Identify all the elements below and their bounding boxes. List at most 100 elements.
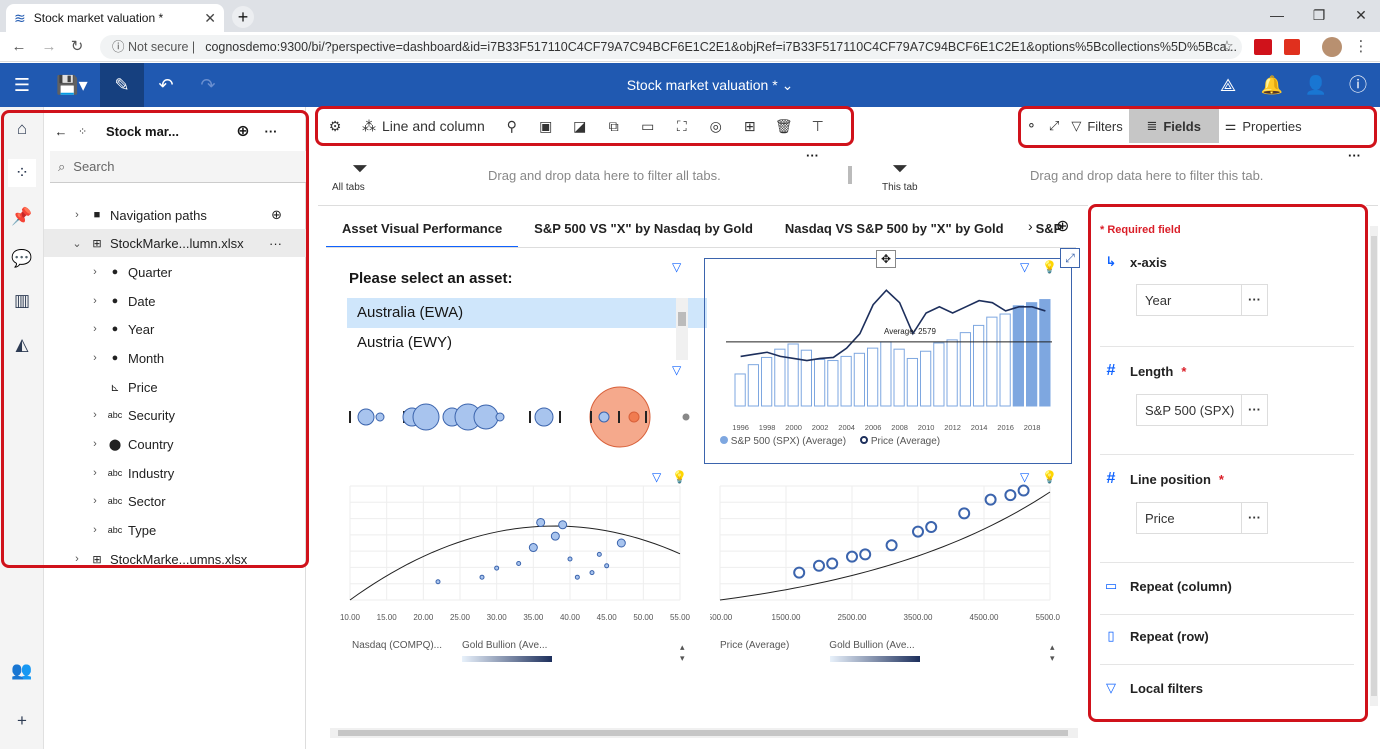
add-path-icon[interactable]: ⊕	[271, 207, 282, 223]
tree-item[interactable]: › abc Industry	[44, 459, 306, 487]
expand-icon[interactable]: ⤢	[1043, 109, 1065, 143]
table-view-icon[interactable]: ⊞	[733, 108, 767, 144]
chevron-right-icon[interactable]: ›	[70, 209, 84, 221]
browser-menu-icon[interactable]: ⋮	[1350, 36, 1372, 58]
tree-item[interactable]: › abc Security	[44, 401, 306, 429]
help-icon[interactable]: ⓘ	[1336, 63, 1380, 107]
more-options-icon[interactable]: ···	[1241, 395, 1267, 425]
minimize-icon[interactable]: —	[1262, 4, 1292, 26]
chevron-right-icon[interactable]: ›	[88, 323, 102, 335]
notification-bell-icon[interactable]: 🔔	[1250, 63, 1294, 107]
chevron-right-icon[interactable]: ›	[88, 438, 102, 450]
url-field[interactable]: ⓘ Not secure | cognosdemo:9300/bi/?perspe…	[100, 35, 1242, 59]
delete-icon[interactable]: 🗑	[767, 108, 801, 144]
tree-item[interactable]: › ● Month	[44, 344, 306, 372]
reload-icon[interactable]: ↻	[66, 36, 88, 58]
fields-button[interactable]: ≣ Fields	[1128, 109, 1219, 143]
new-tab-icon[interactable]: +	[232, 6, 254, 28]
collaboration-icon[interactable]: 👥	[8, 657, 36, 685]
tree-item[interactable]: › ⊞ StockMarke...umns.xlsx	[44, 545, 306, 573]
widgets-icon[interactable]: ◭	[8, 331, 36, 359]
more-options-icon[interactable]: ···	[806, 148, 819, 163]
forward-icon[interactable]: →	[38, 36, 60, 58]
close-tab-icon[interactable]: ✕	[204, 10, 216, 27]
relationship-icon[interactable]: ⚬	[1020, 109, 1043, 143]
profile-avatar[interactable]	[1322, 37, 1342, 57]
save-icon[interactable]: 💾▾	[46, 63, 98, 107]
chevron-right-icon[interactable]: ›	[88, 295, 102, 307]
visualizations-icon[interactable]: ▥	[8, 287, 36, 315]
more-options-icon[interactable]: ···	[269, 236, 282, 251]
extension-icon-2[interactable]	[1284, 39, 1300, 55]
scrollbar-thumb[interactable]	[338, 730, 1068, 736]
scroll-arrows-icon[interactable]: ▴ ▾	[680, 642, 685, 664]
length-field[interactable]: S&P 500 (SPX) ···	[1136, 394, 1268, 426]
filters-button[interactable]: ▽ Filters	[1065, 109, 1128, 143]
splitter-handle[interactable]	[848, 166, 852, 184]
settings-icon[interactable]: ⚙	[318, 108, 352, 144]
close-window-icon[interactable]: ✕	[1346, 4, 1376, 26]
canvas-scrollbar[interactable]	[330, 728, 1078, 738]
add-source-icon[interactable]: ⊕	[232, 121, 254, 141]
send-backward-icon[interactable]: ◪	[563, 108, 597, 144]
chevron-down-icon[interactable]: ⌄	[782, 77, 794, 93]
maximize-icon[interactable]: ❐	[1304, 4, 1334, 26]
expand-widget-icon[interactable]: ⤢	[1060, 248, 1080, 268]
dashboard-title[interactable]: Stock market valuation * ⌄	[600, 63, 820, 107]
scrollbar-thumb[interactable]	[1371, 236, 1377, 696]
tree-item[interactable]: ⌄ ⊞ StockMarke...lumn.xlsx ···	[44, 229, 306, 257]
local-filters-slot[interactable]: ▽ Local filters	[1100, 680, 1360, 696]
browser-tab[interactable]: ≋ Stock market valuation * ✕	[6, 4, 224, 32]
pin-icon[interactable]: ⚲	[495, 108, 529, 144]
data-sources-icon[interactable]: ⁘	[8, 159, 36, 187]
add-icon[interactable]: +	[8, 707, 36, 735]
add-tab-icon[interactable]: ⊕	[1056, 216, 1069, 236]
tree-item[interactable]: › ⬤ Country	[44, 430, 306, 458]
redo-icon[interactable]: ↷	[186, 63, 230, 107]
chevron-right-icon[interactable]: ›	[88, 467, 102, 479]
group-icon[interactable]: ▭	[631, 108, 665, 144]
move-handle-icon[interactable]: ✥	[876, 250, 896, 268]
filter-icon[interactable]: ▽	[672, 260, 681, 274]
chart-type-button[interactable]: ⁂ Line and column	[352, 108, 495, 144]
chevron-right-icon[interactable]: ›	[88, 495, 102, 507]
tree-item[interactable]: › abc Sector	[44, 487, 306, 515]
bring-forward-icon[interactable]: ▣	[529, 108, 563, 144]
bookmark-star-icon[interactable]: ☆	[1216, 36, 1238, 58]
search-input[interactable]: ⌕ Search	[50, 151, 306, 183]
scrollbar-thumb[interactable]	[678, 312, 686, 326]
tab-sp500-vs-x[interactable]: S&P 500 VS "X" by Nasdaq by Gold	[518, 210, 769, 247]
chevron-right-icon[interactable]: ›	[88, 352, 102, 364]
hamburger-menu-icon[interactable]: ☰	[0, 63, 44, 107]
tree-item[interactable]: › ● Quarter	[44, 258, 306, 286]
chevron-right-icon[interactable]: ›	[88, 266, 102, 278]
pin-icon[interactable]: 📌	[8, 203, 36, 231]
this-tab-drop-zone[interactable]: Drag and drop data here to filter this t…	[1030, 168, 1263, 183]
tree-item[interactable]: ⊾ Price	[44, 373, 306, 401]
list-item[interactable]: Austria (EWY)	[347, 328, 707, 358]
all-tabs-drop-zone[interactable]: Drag and drop data here to filter all ta…	[488, 168, 721, 183]
right-scrollbar[interactable]	[1370, 226, 1378, 706]
drill-icon[interactable]: ⊤	[801, 108, 835, 144]
tree-item[interactable]: › ● Date	[44, 287, 306, 315]
properties-button[interactable]: ⚌ Properties	[1219, 109, 1308, 143]
home-icon[interactable]: ⌂	[8, 115, 36, 143]
repeat-row-slot[interactable]: ▯ Repeat (row)	[1100, 628, 1360, 644]
edit-pencil-icon[interactable]: ✎	[100, 63, 144, 107]
tree-item[interactable]: › ■ Navigation paths ⊕	[44, 201, 306, 229]
back-icon[interactable]: ←	[8, 36, 30, 58]
chevron-right-icon[interactable]: ›	[88, 524, 102, 536]
filter-icon[interactable]: ▽	[672, 363, 681, 377]
chevron-right-icon[interactable]: ›	[70, 553, 84, 565]
share-icon[interactable]: ⟁	[1206, 63, 1250, 107]
more-options-icon[interactable]: ···	[1241, 285, 1267, 315]
tab-asset-visual-performance[interactable]: Asset Visual Performance	[326, 210, 519, 247]
more-options-icon[interactable]: ···	[1348, 148, 1361, 163]
extension-icon[interactable]	[1254, 39, 1272, 55]
user-icon[interactable]: 👤	[1294, 63, 1338, 107]
tab-nasdaq-vs-sp500[interactable]: Nasdaq VS S&P 500 by "X" by Gold	[769, 210, 1020, 247]
chevron-down-icon[interactable]: ⌄	[70, 237, 84, 250]
list-item[interactable]: Australia (EWA)	[347, 298, 707, 328]
fit-icon[interactable]: ⛶	[665, 108, 699, 144]
repeat-column-slot[interactable]: ▭ Repeat (column)	[1100, 578, 1360, 594]
